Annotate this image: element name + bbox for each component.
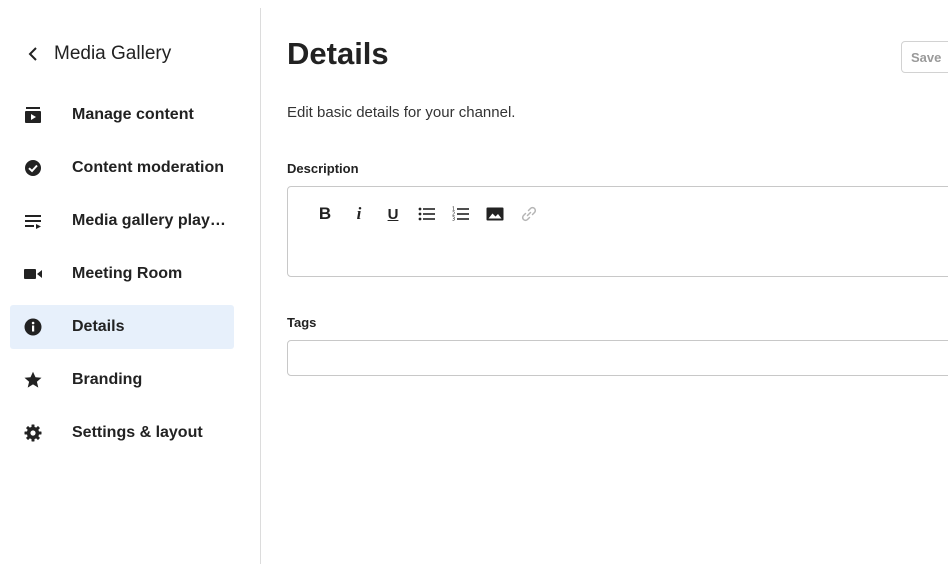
sidebar-item-label: Media gallery play… [72, 212, 226, 229]
description-label: Description [287, 161, 359, 176]
insert-image-button[interactable] [478, 201, 512, 227]
sidebar-divider [260, 8, 261, 564]
description-editor: B i U 1 2 3 [287, 186, 948, 277]
page-title: Details [287, 36, 389, 71]
description-text-area[interactable] [308, 235, 948, 268]
sidebar-item-settings-layout[interactable]: Settings & layout [10, 411, 234, 455]
queue-music-icon [24, 212, 42, 230]
back-button[interactable]: Media Gallery [26, 38, 171, 70]
sidebar-item-meeting-room[interactable]: Meeting Room [10, 252, 234, 296]
page-subtitle: Edit basic details for your channel. [287, 104, 516, 121]
italic-button[interactable]: i [342, 201, 376, 227]
sidebar-item-details[interactable]: Details [10, 305, 234, 349]
play-playlist-icon [24, 106, 42, 124]
underline-button[interactable]: U [376, 201, 410, 227]
insert-link-button[interactable] [512, 201, 546, 227]
sidebar: Media Gallery Manage content Content mod… [0, 0, 260, 564]
editor-toolbar: B i U 1 2 3 [308, 201, 546, 227]
tags-label: Tags [287, 315, 317, 330]
sidebar-item-label: Details [72, 318, 125, 335]
link-icon [521, 206, 537, 222]
tags-input[interactable] [287, 340, 948, 376]
gear-icon [24, 424, 42, 442]
info-icon [24, 318, 42, 336]
sidebar-item-label: Branding [72, 371, 143, 388]
video-camera-icon [24, 265, 42, 283]
bulleted-list-button[interactable] [410, 201, 444, 227]
sidebar-item-label: Manage content [72, 106, 194, 123]
sidebar-item-label: Meeting Room [72, 265, 183, 282]
sidebar-item-label: Settings & layout [72, 424, 203, 441]
numbered-list-icon: 1 2 3 [452, 207, 469, 223]
sidebar-item-branding[interactable]: Branding [10, 358, 234, 402]
sidebar-item-label: Content moderation [72, 159, 224, 176]
chevron-left-icon [28, 47, 37, 61]
bulleted-list-icon [418, 207, 435, 221]
sidebar-item-media-gallery-playlist[interactable]: Media gallery play… [10, 199, 234, 243]
main-content: Details Save Edit basic details for your… [287, 0, 948, 564]
save-button[interactable]: Save [901, 41, 948, 73]
app-window: Media Gallery Manage content Content mod… [0, 0, 948, 564]
check-circle-icon [24, 159, 42, 177]
back-title: Media Gallery [54, 43, 172, 64]
bold-button[interactable]: B [308, 201, 342, 227]
image-icon [486, 207, 504, 221]
star-icon [24, 371, 42, 389]
numbered-list-button[interactable]: 1 2 3 [444, 201, 478, 227]
svg-text:3: 3 [452, 217, 455, 223]
sidebar-item-manage-content[interactable]: Manage content [10, 93, 234, 137]
sidebar-item-content-moderation[interactable]: Content moderation [10, 146, 234, 190]
sidebar-nav: Manage content Content moderation Media … [10, 93, 234, 464]
